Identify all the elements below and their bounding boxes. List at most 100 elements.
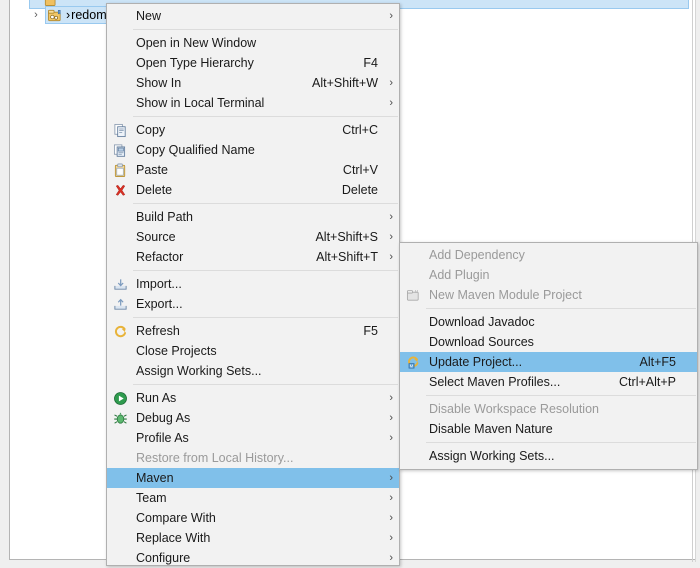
menu-item-close-projects[interactable]: Close Projects› (107, 341, 399, 361)
menu-separator (133, 317, 398, 318)
menu-item-shortcut: Ctrl+V (342, 163, 378, 177)
menu-separator (133, 270, 398, 271)
menu-item-refactor[interactable]: Refactor Alt+Shift+T › (107, 247, 399, 267)
menu-separator (133, 116, 398, 117)
menu-item-icon-empty (405, 374, 421, 390)
menu-item-paste[interactable]: PasteCtrl+V› (107, 160, 399, 180)
menu-item-label: Team (136, 491, 167, 505)
chevron-right-icon: › (389, 211, 393, 223)
menu-item-configure[interactable]: Configure › (107, 548, 399, 568)
menu-item-export[interactable]: Export...› (107, 294, 399, 314)
menu-item-restore-from-local-history: Restore from Local History...› (107, 448, 399, 468)
menu-item-label: Show in Local Terminal (136, 96, 265, 110)
menu-item-open-type-hierarchy[interactable]: Open Type HierarchyF4› (107, 53, 399, 73)
menu-item-show-in-local-terminal[interactable]: Show in Local Terminal › (107, 93, 399, 113)
menu-item-icon-empty (405, 267, 421, 283)
run-icon (112, 390, 128, 406)
delete-icon (112, 182, 128, 198)
svg-text:M: M (414, 288, 418, 293)
menu-item-label: New Maven Module Project (429, 288, 582, 302)
menu-separator (426, 308, 696, 309)
menu-item-label: Disable Workspace Resolution (429, 402, 599, 416)
menu-item-icon-empty (112, 450, 128, 466)
chevron-right-icon: › (389, 97, 393, 109)
menu-item-delete[interactable]: DeleteDelete› (107, 180, 399, 200)
refresh-icon (112, 323, 128, 339)
menu-item-replace-with[interactable]: Replace With › (107, 528, 399, 548)
menu-item-compare-with[interactable]: Compare With › (107, 508, 399, 528)
menu-item-build-path[interactable]: Build Path › (107, 207, 399, 227)
menu-item-label: New (136, 9, 162, 23)
chevron-right-icon: › (389, 512, 393, 524)
maven-submenu[interactable]: Add Dependency›Add Plugin› M New Maven Mod… (399, 242, 698, 470)
menu-item-icon-empty (405, 334, 421, 350)
menu-item-open-in-new-window[interactable]: Open in New Window› (107, 33, 399, 53)
menu-item-run-as[interactable]: Run As › (107, 388, 399, 408)
menu-item-shortcut: Alt+F5 (639, 355, 676, 369)
svg-text:M: M (409, 363, 413, 368)
chevron-right-icon: › (389, 231, 393, 243)
menu-item-label: Configure (136, 551, 191, 565)
screen-root: › › redome- New › Open in New Window Ope… (0, 0, 700, 568)
menu-item-download-javadoc[interactable]: Download Javadoc› (400, 312, 697, 332)
menu-item-assign-working-sets[interactable]: Assign Working Sets...› (107, 361, 399, 381)
menu-item-icon-empty (112, 363, 128, 379)
menu-item-shortcut: Alt+Shift+T (316, 250, 378, 264)
menu-item-debug-as[interactable]: Debug As › (107, 408, 399, 428)
menu-item-disable-maven-nature[interactable]: Disable Maven Nature› (400, 419, 697, 439)
menu-item-label: Update Project... (429, 355, 523, 369)
chevron-right-icon: › (389, 552, 393, 564)
menu-item-new[interactable]: New › (107, 6, 399, 26)
menu-item-maven[interactable]: Maven › (107, 468, 399, 488)
menu-item-source[interactable]: Source Alt+Shift+S › (107, 227, 399, 247)
menu-item-label: Refactor (136, 250, 184, 264)
menu-item-icon-empty (112, 229, 128, 245)
tree-expand-arrow[interactable]: › (29, 9, 43, 21)
menu-item-copy-qualified-name[interactable]: Copy Qualified Name› (107, 140, 399, 160)
menu-item-label: Replace With (136, 531, 211, 545)
menu-item-label: Restore from Local History... (136, 451, 294, 465)
menu-item-label: Disable Maven Nature (429, 422, 553, 436)
menu-item-label: Select Maven Profiles... (429, 375, 561, 389)
menu-item-label: Download Javadoc (429, 315, 535, 329)
chevron-right-icon: › (389, 77, 393, 89)
menu-item-select-maven-profiles[interactable]: Select Maven Profiles...Ctrl+Alt+P› (400, 372, 697, 392)
paste-icon (112, 162, 128, 178)
copy-icon (112, 122, 128, 138)
menu-item-icon-empty (112, 343, 128, 359)
chevron-right-icon: › (389, 432, 393, 444)
menu-item-team[interactable]: Team › (107, 488, 399, 508)
menu-item-label: Source (136, 230, 176, 244)
menu-item-icon-empty (112, 8, 128, 24)
update-project-icon: M (405, 354, 421, 370)
menu-item-assign-working-sets[interactable]: Assign Working Sets...› (400, 446, 697, 466)
menu-item-icon-empty (112, 530, 128, 546)
menu-item-shortcut: Delete (341, 183, 378, 197)
menu-item-label: Import... (136, 277, 182, 291)
menu-item-profile-as[interactable]: Profile As › (107, 428, 399, 448)
menu-item-shortcut: Alt+Shift+W (312, 76, 378, 90)
project-context-menu[interactable]: New›Open in New Window›Open Type Hierarc… (106, 3, 400, 566)
menu-item-update-project[interactable]: MUpdate Project...Alt+F5› (400, 352, 697, 372)
menu-item-new-maven-module-project: MNew Maven Module Project› (400, 285, 697, 305)
menu-item-shortcut: F5 (363, 324, 378, 338)
menu-item-download-sources[interactable]: Download Sources› (400, 332, 697, 352)
chevron-right-icon: › (389, 532, 393, 544)
menu-item-icon-empty (112, 55, 128, 71)
chevron-right-icon: › (389, 412, 393, 424)
menu-item-add-plugin: Add Plugin› (400, 265, 697, 285)
menu-item-refresh[interactable]: RefreshF5› (107, 321, 399, 341)
chevron-right-icon: › (389, 472, 393, 484)
menu-item-label: Compare With (136, 511, 216, 525)
menu-item-label: Add Plugin (429, 268, 490, 282)
menu-item-label: Close Projects (136, 344, 217, 358)
menu-item-show-in[interactable]: Show In Alt+Shift+W › (107, 73, 399, 93)
menu-item-import[interactable]: Import...› (107, 274, 399, 294)
menu-item-copy[interactable]: CopyCtrl+C› (107, 120, 399, 140)
menu-separator (426, 442, 696, 443)
menu-item-icon-empty (112, 209, 128, 225)
menu-separator (133, 29, 398, 30)
menu-item-label: Build Path (136, 210, 193, 224)
menu-item-label: Open in New Window (136, 36, 257, 50)
debug-icon (112, 410, 128, 426)
